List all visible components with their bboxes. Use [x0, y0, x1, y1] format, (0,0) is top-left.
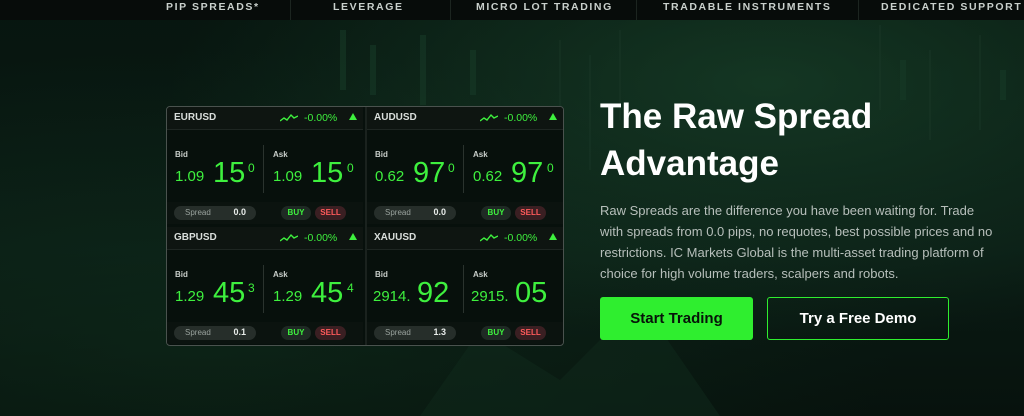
bid-price-pips: 45 [213, 277, 246, 309]
bid-price-pips: 15 [213, 157, 246, 189]
bid-label: Bid [175, 270, 188, 279]
nav-item-pip-spreads[interactable]: PIP SPREADS* [166, 1, 260, 13]
free-demo-button[interactable]: Try a Free Demo [767, 297, 949, 340]
ask-price-fraction: 4 [347, 281, 354, 295]
spread-label: Spread [385, 208, 411, 217]
ask-price-prefix: 1.29 [273, 288, 303, 305]
nav-separator [450, 0, 451, 20]
trend-sparkline-icon [280, 113, 298, 122]
ask-label: Ask [473, 270, 488, 279]
hero-title-line-2: Advantage [600, 144, 779, 183]
quote-card-header: XAUUSD -0.00% [367, 227, 563, 250]
quote-card-audusd: AUDUSD -0.00% Bid Ask 0.62 97 0 0.62 97 … [367, 107, 563, 224]
up-triangle-icon [349, 113, 357, 120]
nav-item-micro-lot-trading[interactable]: MICRO LOT TRADING [476, 1, 613, 13]
ask-price-pips: 97 [511, 157, 544, 189]
spread-value: 0.0 [233, 207, 246, 217]
ask-label: Ask [473, 150, 488, 159]
up-triangle-icon [549, 113, 557, 120]
nav-separator [636, 0, 637, 20]
symbol-label: GBPUSD [174, 232, 217, 243]
bid-price-prefix: 1.09 [175, 168, 205, 185]
ask-price-fraction: 0 [547, 161, 554, 175]
bid-label: Bid [375, 270, 388, 279]
ask-price-pips: 05 [515, 277, 548, 309]
top-navigation: PIP SPREADS* LEVERAGE MICRO LOT TRADING … [0, 0, 1024, 20]
change-percent: -0.00% [304, 232, 338, 244]
buy-button[interactable]: BUY [481, 206, 511, 220]
bid-price-fraction: 0 [248, 161, 255, 175]
sell-button[interactable]: SELL [315, 206, 346, 220]
change-percent: -0.00% [504, 112, 538, 124]
quote-card-header: EURUSD -0.00% [167, 107, 363, 130]
trend-sparkline-icon [480, 113, 498, 122]
bid-price-pips: 97 [413, 157, 446, 189]
bid-ask-divider [263, 145, 264, 193]
nav-separator [290, 0, 291, 20]
spread-indicator: Spread 1.3 [374, 326, 456, 340]
ask-price-pips: 45 [311, 277, 344, 309]
symbol-label: XAUUSD [374, 232, 417, 243]
quote-card-header: AUDUSD -0.00% [367, 107, 563, 130]
hero-title: The Raw Spread Advantage [600, 93, 960, 187]
spread-indicator: Spread 0.1 [174, 326, 256, 340]
symbol-label: EURUSD [174, 112, 217, 123]
ask-label: Ask [273, 150, 288, 159]
spread-value: 0.0 [433, 207, 446, 217]
ask-label: Ask [273, 270, 288, 279]
spread-label: Spread [385, 328, 411, 337]
bid-price-pips: 92 [417, 277, 450, 309]
bid-ask-divider [463, 265, 464, 313]
buy-button[interactable]: BUY [281, 206, 311, 220]
bid-price-prefix: 1.29 [175, 288, 205, 305]
ask-price-prefix: 0.62 [473, 168, 503, 185]
up-triangle-icon [549, 233, 557, 240]
change-percent: -0.00% [504, 232, 538, 244]
nav-item-dedicated-support[interactable]: DEDICATED SUPPORT [881, 1, 1022, 13]
ask-price-fraction: 0 [347, 161, 354, 175]
nav-item-leverage[interactable]: LEVERAGE [333, 1, 404, 13]
bid-price-fraction: 3 [248, 281, 255, 295]
hero-title-line-1: The Raw Spread [600, 97, 873, 136]
spread-indicator: Spread 0.0 [374, 206, 456, 220]
sell-button[interactable]: SELL [315, 326, 346, 340]
sell-button[interactable]: SELL [515, 206, 546, 220]
spread-indicator: Spread 0.0 [174, 206, 256, 220]
change-percent: -0.00% [304, 112, 338, 124]
up-triangle-icon [349, 233, 357, 240]
quote-card-header: GBPUSD -0.00% [167, 227, 363, 250]
trend-sparkline-icon [480, 233, 498, 242]
buy-button[interactable]: BUY [281, 326, 311, 340]
nav-separator [858, 0, 859, 20]
symbol-label: AUDUSD [374, 112, 417, 123]
bid-price-prefix: 2914. [373, 288, 411, 305]
trend-sparkline-icon [280, 233, 298, 242]
start-trading-button[interactable]: Start Trading [600, 297, 753, 340]
bid-label: Bid [375, 150, 388, 159]
ask-price-prefix: 2915. [471, 288, 509, 305]
quote-card-xauusd: XAUUSD -0.00% Bid Ask 2914. 92 2915. 05 … [367, 227, 563, 344]
quote-card-eurusd: EURUSD -0.00% Bid Ask 1.09 15 0 1.09 15 … [167, 107, 363, 224]
bid-price-fraction: 0 [448, 161, 455, 175]
spread-value: 0.1 [233, 327, 246, 337]
ask-price-prefix: 1.09 [273, 168, 303, 185]
hero-description: Raw Spreads are the difference you have … [600, 203, 993, 281]
bid-label: Bid [175, 150, 188, 159]
bid-price-prefix: 0.62 [375, 168, 405, 185]
buy-button[interactable]: BUY [481, 326, 511, 340]
spread-label: Spread [185, 208, 211, 217]
nav-item-tradable-instruments[interactable]: TRADABLE INSTRUMENTS [663, 1, 832, 13]
spread-value: 1.3 [433, 327, 446, 337]
bid-ask-divider [263, 265, 264, 313]
bid-ask-divider [463, 145, 464, 193]
live-quotes-panel: EURUSD -0.00% Bid Ask 1.09 15 0 1.09 15 … [166, 106, 564, 346]
quote-card-gbpusd: GBPUSD -0.00% Bid Ask 1.29 45 3 1.29 45 … [167, 227, 363, 344]
ask-price-pips: 15 [311, 157, 344, 189]
spread-label: Spread [185, 328, 211, 337]
sell-button[interactable]: SELL [515, 326, 546, 340]
